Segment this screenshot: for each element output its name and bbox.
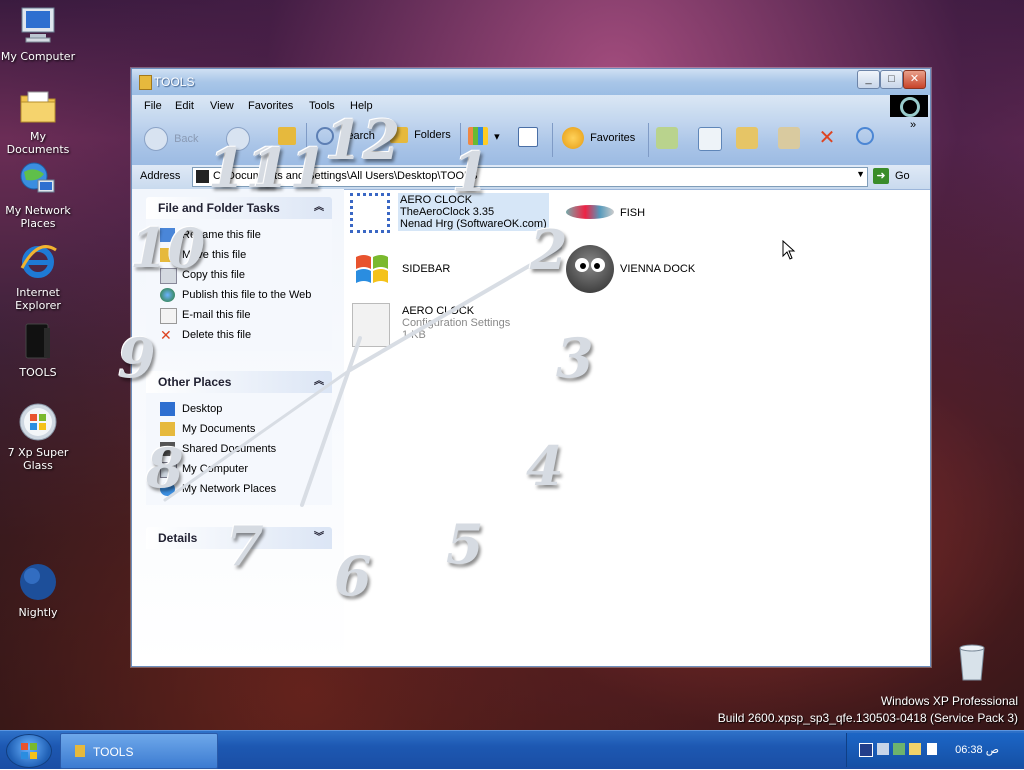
clock-number: 9 bbox=[118, 326, 156, 390]
desktop-icon-recycle-bin[interactable] bbox=[934, 642, 1010, 686]
tray-network-icon[interactable] bbox=[877, 743, 889, 755]
clock-number: 6 bbox=[334, 544, 372, 608]
system-tray: 06:38 ص bbox=[846, 733, 1024, 767]
recycle-bin-icon bbox=[952, 642, 992, 682]
windows-version-watermark: Windows XP Professional bbox=[880, 694, 1018, 708]
taskbar: TOOLS 06:38 ص bbox=[0, 730, 1024, 769]
clock-number: 1 bbox=[452, 140, 490, 204]
taskbar-clock[interactable]: 06:38 ص bbox=[955, 743, 999, 756]
clock-number: 2 bbox=[530, 218, 568, 282]
clock-second-hand bbox=[163, 368, 352, 502]
clock-number: 7 bbox=[226, 514, 264, 578]
clock-number: 8 bbox=[146, 436, 184, 500]
clock-number: 10 bbox=[130, 216, 206, 280]
folder-icon bbox=[75, 745, 85, 757]
taskbar-button-tools[interactable]: TOOLS bbox=[60, 733, 218, 769]
start-button[interactable] bbox=[6, 734, 52, 768]
tray-flag-icon[interactable] bbox=[927, 743, 937, 755]
build-info-watermark: Build 2600.xpsp_sp3_qfe.130503-0418 (Ser… bbox=[717, 711, 1018, 725]
clock-hour-hand bbox=[300, 336, 362, 507]
clock-number: 11 bbox=[252, 136, 328, 200]
clock-number: 5 bbox=[446, 512, 484, 576]
mouse-cursor-icon bbox=[782, 239, 796, 263]
tray-monitor-icon[interactable] bbox=[859, 743, 873, 757]
clock-minute-hand bbox=[348, 246, 562, 372]
clock-number: 12 bbox=[325, 108, 401, 172]
tray-app-icon[interactable] bbox=[893, 743, 905, 755]
clock-number: 3 bbox=[556, 326, 594, 390]
tray-wand-icon[interactable] bbox=[909, 743, 921, 755]
clock-number: 4 bbox=[526, 434, 564, 498]
